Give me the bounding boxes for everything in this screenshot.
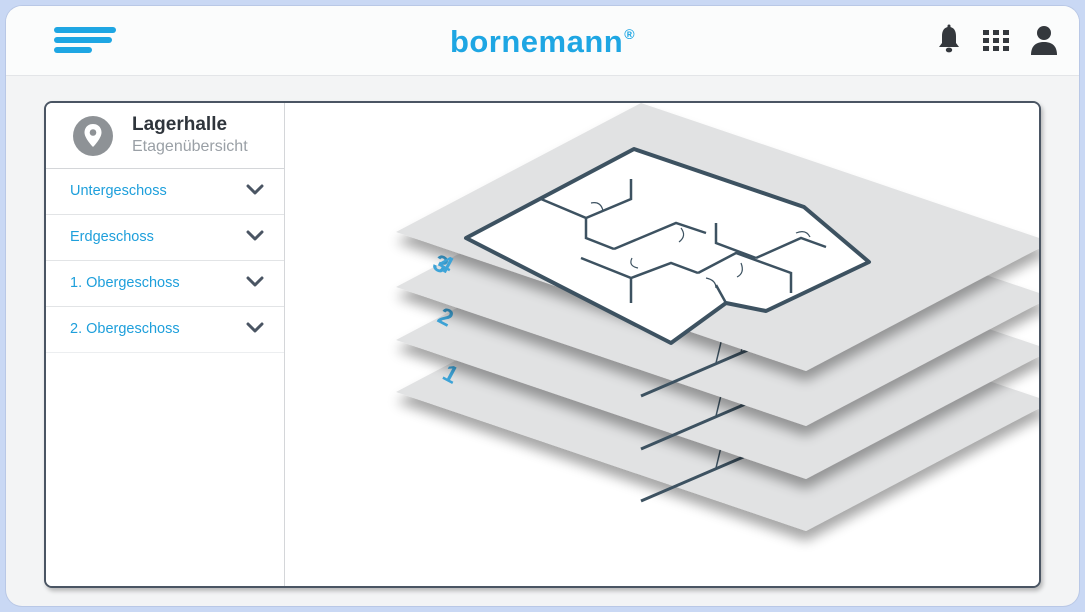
apps-grid-icon[interactable] (981, 23, 1011, 57)
location-title: Lagerhalle (132, 114, 228, 135)
floor-sidebar: Lagerhalle Etagenübersicht Untergeschoss… (46, 103, 285, 586)
floor-item-erdgeschoss[interactable]: Erdgeschoss (46, 215, 284, 261)
user-icon[interactable] (1029, 23, 1059, 57)
floor-label: Untergeschoss (70, 183, 167, 199)
floor-label: 2. Obergeschoss (70, 321, 180, 337)
location-subtitle: Etagenübersicht (132, 138, 248, 155)
app-frame: bornemann® Lagerhalle Etagenübersicht Un… (6, 6, 1079, 606)
floor-label: 1. Obergeschoss (70, 275, 180, 291)
floor-label: Erdgeschoss (70, 229, 154, 245)
chevron-down-icon[interactable] (246, 321, 264, 335)
floor-item-1-obergeschoss[interactable]: 1. Obergeschoss (46, 261, 284, 307)
location-header: Lagerhalle Etagenübersicht (46, 103, 284, 169)
chevron-down-icon[interactable] (246, 229, 264, 243)
brand-name: bornemann (449, 24, 624, 59)
floor-stack-viewer: 1 2 3 4 (286, 103, 1039, 586)
brand-logo[interactable]: bornemann® (6, 24, 1079, 60)
location-pin-icon (73, 116, 113, 156)
floor-overview-card: Lagerhalle Etagenübersicht Untergeschoss… (44, 101, 1041, 588)
bell-icon[interactable] (935, 23, 963, 57)
chevron-down-icon[interactable] (246, 275, 264, 289)
top-bar: bornemann® (6, 6, 1079, 76)
chevron-down-icon[interactable] (246, 183, 264, 197)
brand-registered-mark: ® (624, 26, 636, 42)
floor-item-untergeschoss[interactable]: Untergeschoss (46, 169, 284, 215)
floor-item-2-obergeschoss[interactable]: 2. Obergeschoss (46, 307, 284, 353)
